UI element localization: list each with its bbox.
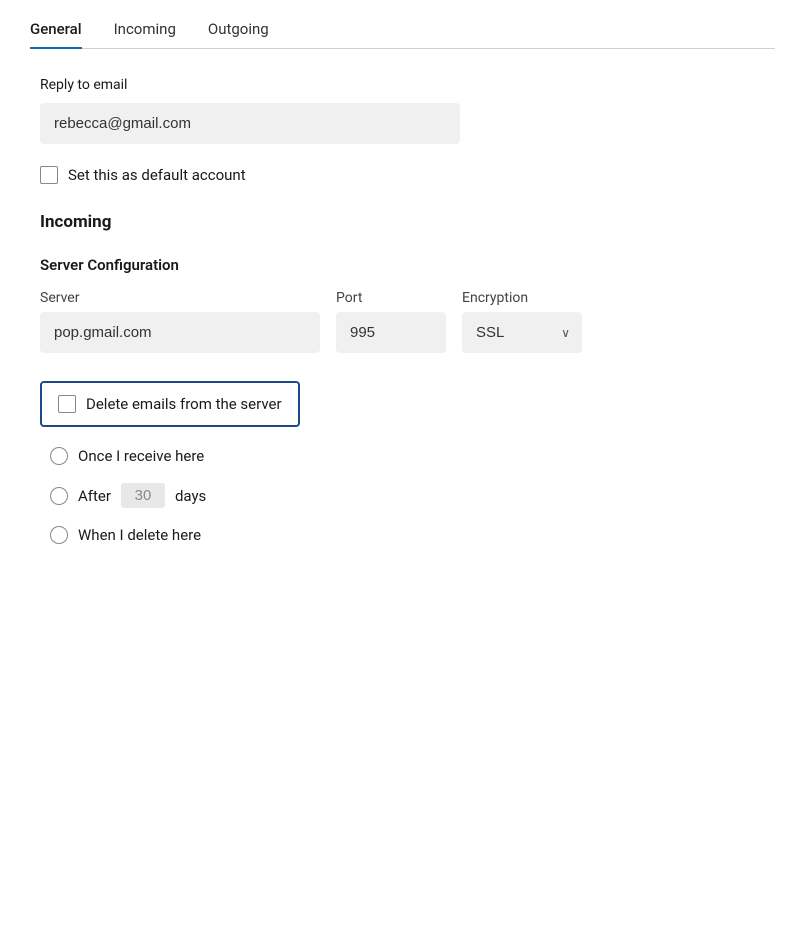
tabs-bar: General Incoming Outgoing xyxy=(30,0,775,49)
delete-emails-section: Delete emails from the server xyxy=(40,381,300,427)
encryption-label: Encryption xyxy=(462,290,582,306)
main-content: Reply to email Set this as default accou… xyxy=(30,49,775,572)
delete-emails-checkbox[interactable] xyxy=(58,395,76,413)
tab-general[interactable]: General xyxy=(30,20,82,48)
default-account-label: Set this as default account xyxy=(68,166,246,184)
default-account-row: Set this as default account xyxy=(40,166,765,184)
delete-options-list: Once I receive here After days When I de… xyxy=(40,447,765,544)
encryption-select[interactable]: SSL TLS None xyxy=(462,312,582,353)
radio-after-row: After days xyxy=(50,483,765,508)
radio-once[interactable] xyxy=(50,447,68,465)
server-config-heading: Server Configuration xyxy=(40,256,765,274)
days-input[interactable] xyxy=(121,483,165,508)
port-input[interactable] xyxy=(336,312,446,353)
server-label: Server xyxy=(40,290,320,306)
radio-once-row: Once I receive here xyxy=(50,447,765,465)
port-field-group: Port xyxy=(336,290,446,353)
default-account-checkbox[interactable] xyxy=(40,166,58,184)
server-field-group: Server xyxy=(40,290,320,353)
radio-when-delete-row: When I delete here xyxy=(50,526,765,544)
encryption-select-wrapper: SSL TLS None xyxy=(462,312,582,353)
incoming-heading: Incoming xyxy=(40,212,765,232)
radio-after-label-before: After xyxy=(78,487,111,505)
server-input[interactable] xyxy=(40,312,320,353)
radio-after[interactable] xyxy=(50,487,68,505)
reply-to-email-label: Reply to email xyxy=(40,77,765,93)
radio-once-label: Once I receive here xyxy=(78,447,204,465)
delete-emails-label: Delete emails from the server xyxy=(86,395,282,413)
tab-outgoing[interactable]: Outgoing xyxy=(208,20,269,48)
radio-after-label-after: days xyxy=(175,487,206,505)
port-label: Port xyxy=(336,290,446,306)
encryption-field-group: Encryption SSL TLS None xyxy=(462,290,582,353)
tab-incoming[interactable]: Incoming xyxy=(114,20,176,48)
radio-when-delete[interactable] xyxy=(50,526,68,544)
server-config-row: Server Port Encryption SSL TLS None xyxy=(40,290,765,353)
radio-when-delete-label: When I delete here xyxy=(78,526,201,544)
page-container: General Incoming Outgoing Reply to email… xyxy=(0,0,805,925)
reply-to-email-input[interactable] xyxy=(40,103,460,144)
